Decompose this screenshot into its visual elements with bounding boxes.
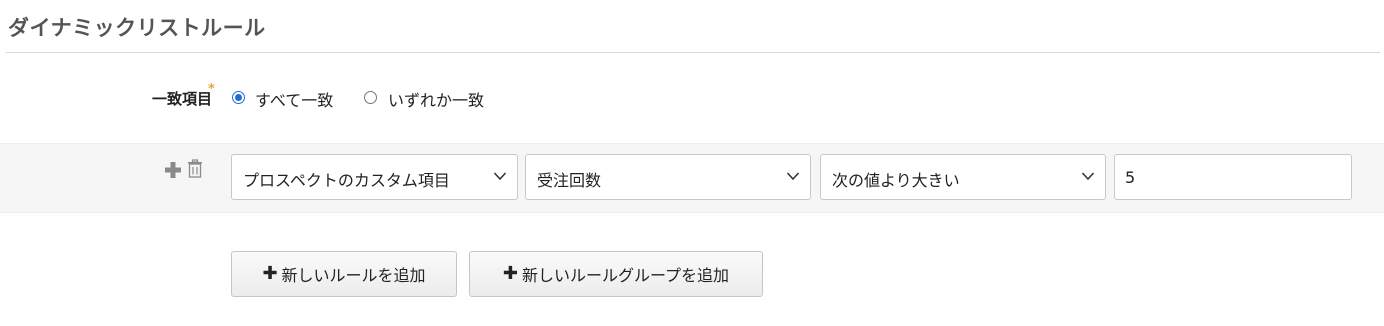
required-indicator: * [208, 82, 215, 97]
add-rule-group-label: 新しいルールグループを追加 [522, 266, 730, 285]
field-value: 受注回数 [537, 171, 602, 190]
radio-match-any[interactable] [364, 91, 377, 104]
match-type-label: 一致項目 [151, 90, 212, 108]
plus-icon: ✚ [502, 263, 519, 284]
section-divider [6, 52, 1380, 53]
chevron-down-icon [1081, 172, 1095, 181]
field-type-value: プロスペクトのカスタム項目 [243, 171, 450, 190]
trash-icon[interactable] [186, 159, 204, 179]
add-rule-group-button[interactable]: ✚ 新しいルールグループを追加 [469, 251, 763, 297]
field-select[interactable]: 受注回数 [525, 154, 811, 200]
add-rule-button[interactable]: ✚ 新しいルールを追加 [231, 251, 457, 297]
radio-match-any-label[interactable]: いずれか一致 [388, 87, 484, 111]
chevron-down-icon [493, 172, 507, 181]
field-type-select[interactable]: プロスペクトのカスタム項目 [231, 154, 518, 200]
rule-value-input[interactable] [1114, 154, 1352, 200]
section-title: ダイナミックリストルール [8, 16, 266, 40]
plus-icon: ✚ [262, 263, 278, 284]
operator-select[interactable]: 次の値より大きい [820, 154, 1106, 200]
add-rule-label: 新しいルールを追加 [281, 266, 426, 285]
radio-match-all[interactable] [232, 91, 245, 104]
match-type-row: 一致項目 * すべて一致 いずれか一致 [0, 82, 1384, 114]
operator-value: 次の値より大きい [832, 171, 960, 190]
radio-match-all-label[interactable]: すべて一致 [255, 87, 333, 111]
chevron-down-icon [786, 172, 800, 181]
plus-icon[interactable] [163, 160, 183, 180]
